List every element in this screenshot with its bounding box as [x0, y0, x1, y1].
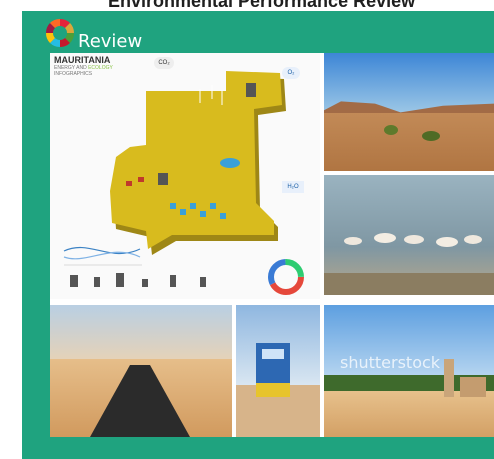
review-label: Review: [78, 30, 143, 52]
mauritania-infographic: MAURITANIA ENERGY AND ECOLOGY INFOGRAPHI…: [50, 53, 320, 299]
shutterstock-watermark: shutterstock: [340, 353, 441, 372]
photo-oasis-town: shutterstock: [324, 305, 494, 437]
photo-pelicans: [324, 175, 494, 295]
map-graphic: [63, 71, 304, 295]
review-panel: Review MAURITANIA ENERGY AND ECOLOGY INF…: [22, 11, 494, 459]
photo-ore-train-roof: [50, 305, 232, 437]
image-collage: MAURITANIA ENERGY AND ECOLOGY INFOGRAPHI…: [50, 53, 494, 437]
photo-locomotive: [236, 305, 320, 437]
photo-desert-plateau: [324, 53, 494, 171]
